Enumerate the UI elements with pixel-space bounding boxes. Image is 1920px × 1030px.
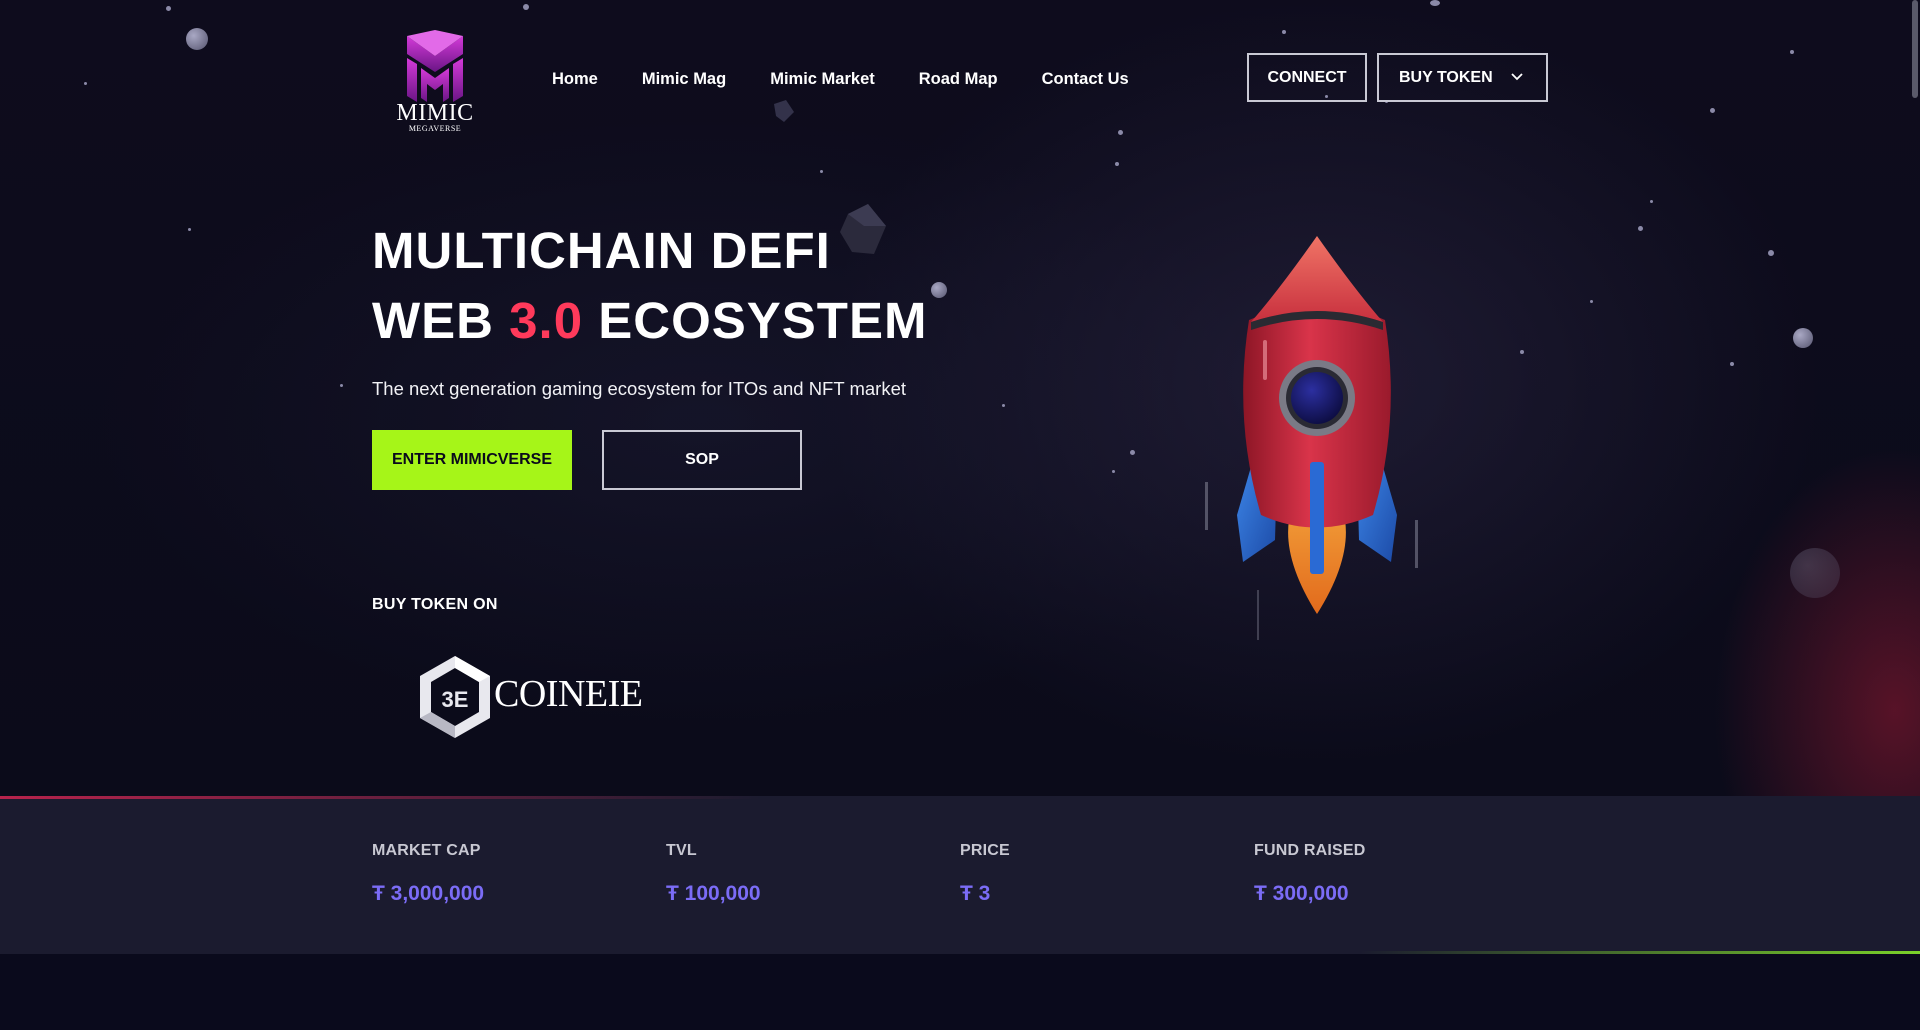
star: [523, 4, 529, 10]
hero-title-accent: 3.0: [509, 292, 584, 349]
hero-title-prefix: WEB: [372, 292, 494, 349]
star: [1430, 0, 1440, 6]
stat-tvl: TVL Ŧ 100,000: [666, 842, 761, 906]
star: [84, 82, 87, 85]
hero-section: MIMIC MEGAVERSE Home Mimic Mag Mimic Mar…: [0, 0, 1920, 796]
stat-value: Ŧ 100,000: [666, 882, 761, 905]
stat-label: PRICE: [960, 842, 1010, 859]
nav-item-home[interactable]: Home: [552, 70, 598, 89]
stats-bar: MARKET CAP Ŧ 3,000,000 TVL Ŧ 100,000 PRI…: [0, 796, 1920, 954]
star: [340, 384, 343, 387]
star: [1710, 108, 1715, 113]
star: [1118, 130, 1123, 135]
buy-token-on-label: BUY TOKEN ON: [372, 596, 498, 613]
hero-title: MULTICHAIN DEFI WEB 3.0 ECOSYSTEM: [372, 216, 927, 356]
planet-icon: [931, 282, 947, 298]
star: [1650, 200, 1653, 203]
chevron-down-icon: [1511, 73, 1523, 81]
buy-token-dropdown[interactable]: BUY TOKEN: [1377, 53, 1548, 102]
star: [1790, 50, 1794, 54]
hero-title-suffix: ECOSYSTEM: [598, 292, 928, 349]
connect-button[interactable]: CONNECT: [1247, 53, 1367, 102]
star: [1130, 450, 1135, 455]
star: [1730, 362, 1734, 366]
star: [1112, 470, 1115, 473]
planet-icon: [186, 28, 208, 50]
logo-mark-icon: [407, 30, 463, 102]
brand-name: MIMIC: [396, 100, 474, 126]
stat-value: Ŧ 300,000: [1254, 882, 1349, 905]
stat-price: PRICE Ŧ 3: [960, 842, 1010, 906]
nav-item-mimic-mag[interactable]: Mimic Mag: [642, 70, 726, 89]
star: [820, 170, 823, 173]
asteroid-icon: [774, 100, 794, 122]
coineie-logo-icon: 3E: [420, 656, 490, 738]
planet-icon: [1793, 328, 1813, 348]
hero-title-line2: WEB 3.0 ECOSYSTEM: [372, 286, 927, 356]
coineie-exchange-link[interactable]: 3E COINEIE: [416, 652, 646, 740]
stat-fund-raised: FUND RAISED Ŧ 300,000: [1254, 842, 1366, 906]
star: [1590, 300, 1593, 303]
brand-tagline: MEGAVERSE: [408, 124, 462, 133]
stat-label: TVL: [666, 842, 697, 859]
nav-item-road-map[interactable]: Road Map: [919, 70, 998, 89]
star: [1282, 30, 1286, 34]
planet-icon: [1790, 548, 1840, 598]
stat-market-cap: MARKET CAP Ŧ 3,000,000: [372, 842, 484, 906]
stats-top-accent-line: [0, 796, 760, 799]
buy-token-label: BUY TOKEN: [1399, 68, 1493, 86]
stat-value: Ŧ 3: [960, 882, 991, 905]
star: [1002, 404, 1005, 407]
stat-value: Ŧ 3,000,000: [372, 882, 485, 905]
sop-button[interactable]: SOP: [602, 430, 802, 490]
hero-subtitle: The next generation gaming ecosystem for…: [372, 378, 906, 399]
star: [188, 228, 191, 231]
coineie-mark: 3E: [442, 687, 469, 712]
page-scrollbar[interactable]: [1912, 0, 1918, 98]
coineie-name: COINEIE: [494, 673, 643, 715]
star: [1768, 250, 1774, 256]
main-nav: Home Mimic Mag Mimic Market Road Map Con…: [552, 70, 1173, 89]
connect-button-label: CONNECT: [1267, 68, 1347, 86]
page-bottom-area: [0, 954, 1920, 1030]
stat-label: FUND RAISED: [1254, 842, 1366, 859]
hero-title-line1: MULTICHAIN DEFI: [372, 222, 831, 279]
enter-mimicverse-button[interactable]: ENTER MIMICVERSE: [372, 430, 572, 490]
star: [166, 6, 171, 11]
enter-mimicverse-label: ENTER MIMICVERSE: [391, 451, 552, 468]
nav-item-mimic-market[interactable]: Mimic Market: [770, 70, 875, 89]
nav-item-contact-us[interactable]: Contact Us: [1042, 70, 1129, 89]
sop-button-label: SOP: [685, 451, 719, 468]
stat-label: MARKET CAP: [372, 842, 481, 859]
rocket-illustration: [1205, 236, 1418, 640]
star: [1638, 226, 1643, 231]
star: [1115, 162, 1119, 166]
star: [1520, 350, 1524, 354]
brand-logo[interactable]: MIMIC MEGAVERSE: [395, 28, 475, 136]
